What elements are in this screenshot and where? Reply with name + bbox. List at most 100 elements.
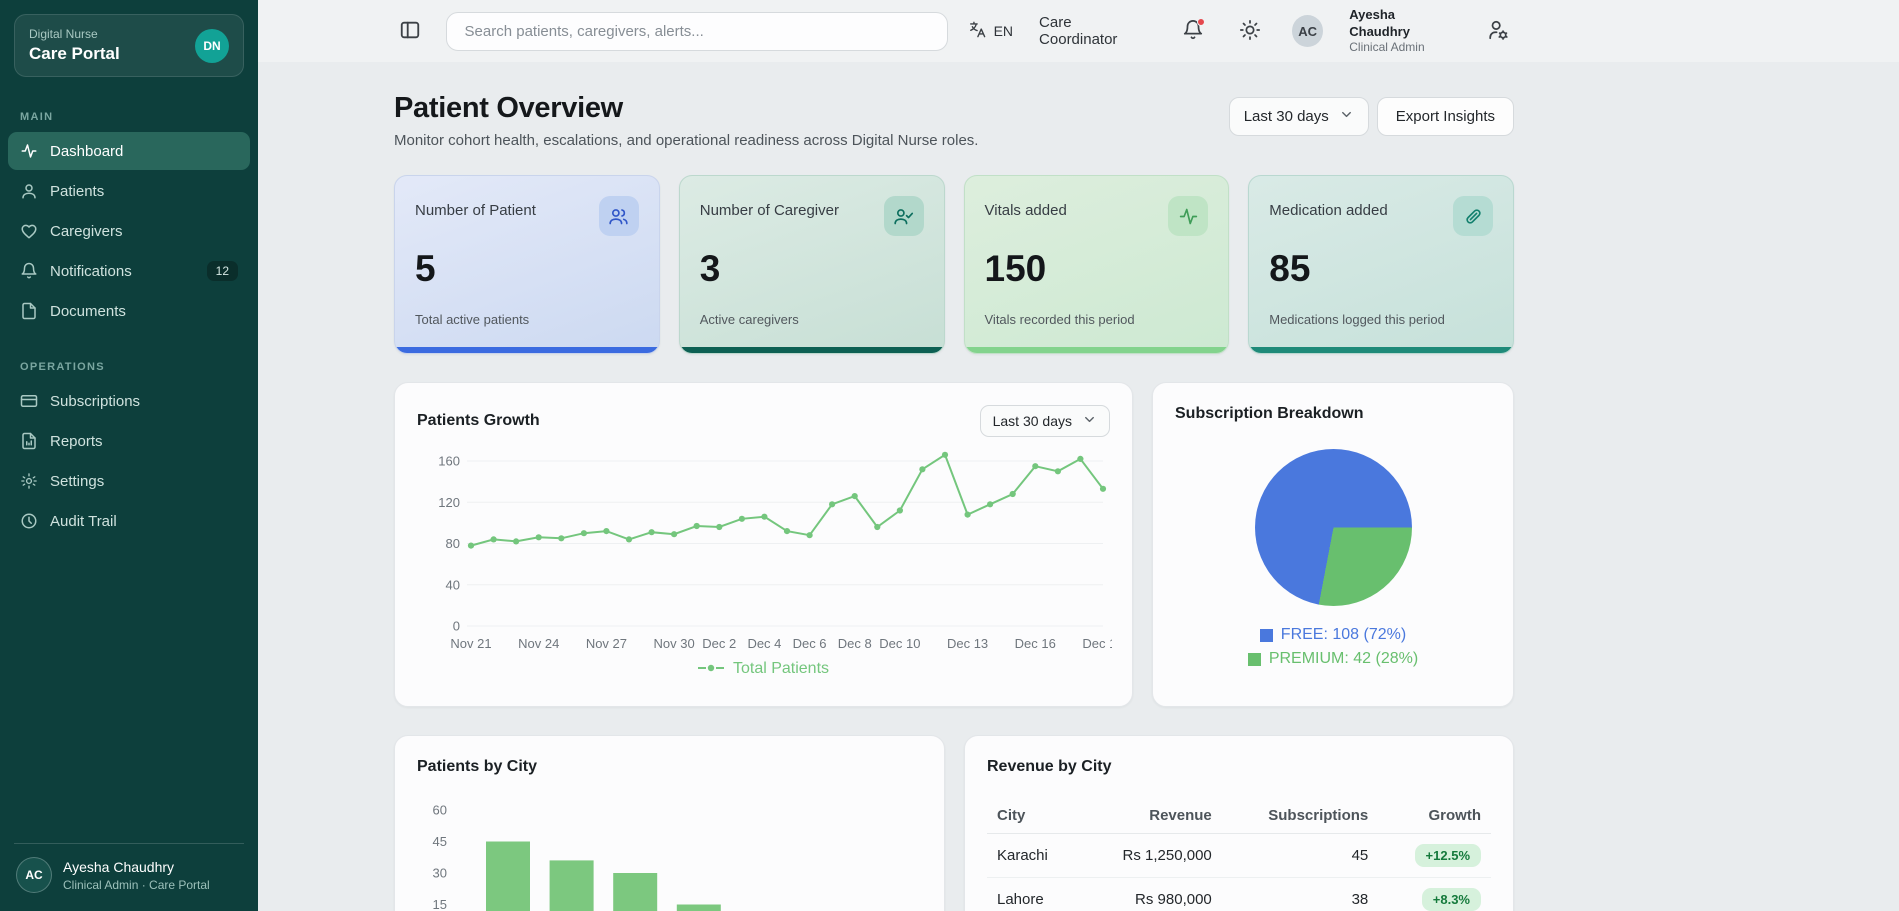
topbar-user-menu[interactable]: Ayesha Chaudhry Clinical Admin (1349, 7, 1457, 55)
sidebar-item-audit-trail[interactable]: Audit Trail (8, 502, 250, 540)
sidebar-item-label: Subscriptions (50, 393, 140, 410)
column-header-city: City (987, 798, 1079, 834)
legend-item-free: FREE: 108 (72%) (1248, 623, 1418, 647)
role-switcher[interactable]: Care Coordinator (1039, 14, 1151, 48)
sidebar-item-label: Dashboard (50, 143, 123, 160)
svg-text:80: 80 (446, 536, 460, 551)
sidebar-item-label: Notifications (50, 263, 132, 280)
sidebar-item-reports[interactable]: Reports (8, 422, 250, 460)
line-series-marker-icon (698, 660, 724, 678)
cell-subscriptions: 38 (1222, 878, 1378, 911)
subscription-breakdown-card: Subscription Breakdown FREE: 108 (72%) P… (1152, 382, 1514, 707)
stat-label: Number of Patient (415, 202, 536, 219)
brand-product: Digital Nurse (29, 27, 120, 41)
svg-text:160: 160 (438, 454, 460, 469)
brand-avatar: DN (195, 29, 229, 63)
chevron-down-icon (1339, 107, 1354, 126)
legend-label: FREE: 108 (72%) (1281, 623, 1406, 647)
chart-legend: Total Patients (417, 660, 1110, 678)
brand-card: Digital Nurse Care Portal DN (14, 14, 244, 77)
stat-label: Vitals added (985, 202, 1067, 219)
sidebar-item-dashboard[interactable]: Dashboard (8, 132, 250, 170)
svg-text:Dec 2: Dec 2 (702, 636, 736, 651)
sidebar-item-documents[interactable]: Documents (8, 292, 250, 330)
stat-value: 85 (1269, 248, 1493, 290)
avatar[interactable]: AC (1292, 15, 1323, 47)
page-subtitle: Monitor cohort health, escalations, and … (394, 132, 978, 149)
svg-text:Nov 24: Nov 24 (518, 636, 559, 651)
user-gear-icon (1487, 19, 1509, 44)
svg-text:Dec 13: Dec 13 (947, 636, 988, 651)
svg-text:Nov 27: Nov 27 (586, 636, 627, 651)
sidebar-item-label: Caregivers (50, 223, 123, 240)
vitals-pulse-icon (1168, 196, 1208, 236)
sidebar-user-name: Ayesha Chaudhry (63, 859, 210, 875)
svg-text:Dec 16: Dec 16 (1015, 636, 1056, 651)
language-switcher[interactable]: EN (968, 20, 1013, 42)
sidebar-item-settings[interactable]: Settings (8, 462, 250, 500)
revenue-by-city-card: Revenue by City City Revenue Subscriptio… (964, 735, 1514, 911)
chart-title: Patients by City (417, 758, 537, 775)
bottom-row: Patients by City 15304560 Revenue by Cit… (394, 735, 1514, 911)
growth-range-value: Last 30 days (993, 413, 1072, 429)
export-insights-button[interactable]: Export Insights (1377, 97, 1514, 136)
sidebar-section-operations: OPERATIONS (20, 361, 238, 373)
svg-text:Dec 8: Dec 8 (838, 636, 872, 651)
notification-dot (1197, 18, 1205, 26)
stat-value: 5 (415, 248, 639, 290)
stat-caption: Medications logged this period (1269, 312, 1493, 327)
sidebar-item-patients[interactable]: Patients (8, 172, 250, 210)
svg-text:0: 0 (453, 619, 460, 634)
theme-toggle-button[interactable] (1235, 15, 1266, 47)
stat-card-patients: Number of Patient 5 Total active patient… (394, 175, 660, 354)
chart-title: Patients Growth (417, 412, 540, 430)
date-range-select[interactable]: Last 30 days (1229, 97, 1369, 136)
stat-accent-bar (1249, 347, 1513, 353)
legend-label: Total Patients (733, 660, 829, 678)
sidebar-divider (14, 843, 244, 844)
patients-by-city-bar-chart: 15304560 (417, 800, 922, 911)
column-header-subscriptions: Subscriptions (1222, 798, 1378, 834)
growth-range-select[interactable]: Last 30 days (980, 405, 1110, 437)
growth-badge: +12.5% (1415, 844, 1481, 867)
svg-text:40: 40 (446, 577, 460, 592)
svg-text:30: 30 (433, 866, 447, 881)
search-input[interactable] (446, 12, 948, 51)
legend-swatch (1248, 653, 1261, 666)
user-settings-button[interactable] (1483, 15, 1514, 47)
cell-city: Karachi (987, 834, 1079, 878)
column-header-revenue: Revenue (1079, 798, 1221, 834)
svg-text:Dec 10: Dec 10 (879, 636, 920, 651)
sidebar-item-subscriptions[interactable]: Subscriptions (8, 382, 250, 420)
bell-icon (20, 262, 38, 280)
sidebar-user-card[interactable]: AC Ayesha Chaudhry Clinical Admin · Care… (0, 857, 258, 911)
language-label: EN (994, 23, 1013, 39)
sun-icon (1239, 19, 1261, 44)
sidebar-item-notifications[interactable]: Notifications 12 (8, 252, 250, 290)
svg-text:Nov 30: Nov 30 (654, 636, 695, 651)
sidebar: Digital Nurse Care Portal DN MAIN Dashbo… (0, 0, 258, 911)
users-icon (599, 196, 639, 236)
table-row: Lahore Rs 980,000 38 +8.3% (987, 878, 1491, 911)
panel-toggle-icon (399, 19, 421, 44)
svg-text:Dec 4: Dec 4 (747, 636, 781, 651)
stat-label: Medication added (1269, 202, 1387, 219)
growth-badge: +8.3% (1422, 888, 1481, 911)
sidebar-item-caregivers[interactable]: Caregivers (8, 212, 250, 250)
sidebar-item-label: Documents (50, 303, 126, 320)
revenue-table: City Revenue Subscriptions Growth Karach… (987, 798, 1491, 911)
user-check-icon (884, 196, 924, 236)
notifications-count-badge: 12 (207, 261, 238, 281)
topbar: EN Care Coordinator AC Ayesha Chaudhry C… (258, 0, 1899, 62)
svg-text:60: 60 (433, 803, 447, 818)
cell-city: Lahore (987, 878, 1079, 911)
document-icon (20, 302, 38, 320)
sidebar-toggle-button[interactable] (394, 15, 426, 47)
chevron-down-icon (1082, 412, 1097, 430)
subscription-pie-chart (1255, 449, 1412, 606)
legend-label: PREMIUM: 42 (28%) (1269, 647, 1418, 671)
page-header: Patient Overview Monitor cohort health, … (394, 92, 1514, 149)
report-file-icon (20, 432, 38, 450)
notifications-button[interactable] (1177, 15, 1208, 47)
stat-caption: Active caregivers (700, 312, 924, 327)
